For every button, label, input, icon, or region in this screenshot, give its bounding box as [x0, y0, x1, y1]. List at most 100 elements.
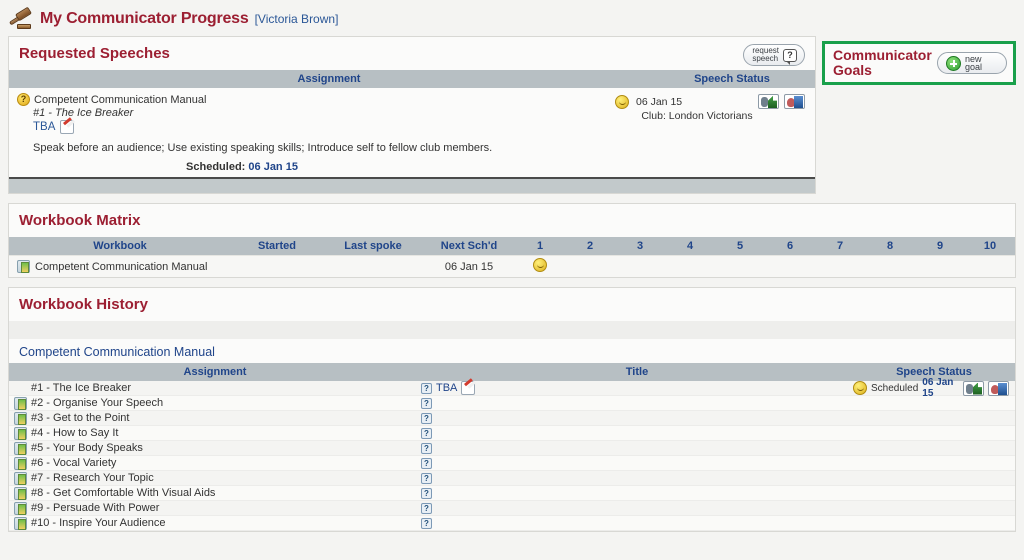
page-title: My Communicator Progress [40, 10, 249, 28]
column-header-workbook: Workbook [9, 240, 231, 252]
book-icon[interactable] [14, 442, 27, 455]
column-header-5: 5 [715, 240, 765, 252]
help-icon[interactable]: ? [421, 503, 432, 514]
assignment-label: #2 - Organise Your Speech [31, 397, 421, 409]
requested-speech-description: Speak before an audience; Use existing s… [33, 142, 807, 154]
status-line: 06 Jan 15 [615, 94, 805, 109]
speech-title-link[interactable]: TBA [436, 382, 457, 394]
communicator-goals-panel: Communicator Goals new goal [822, 41, 1016, 85]
column-header-9: 9 [915, 240, 965, 252]
pencil-icon[interactable] [60, 120, 74, 134]
assignment-label: #4 - How to Say It [31, 427, 421, 439]
table-row[interactable]: #8 - Get Comfortable With Visual Aids? [9, 486, 1015, 501]
speech-status-cell: Scheduled 06 Jan 15 [853, 377, 1015, 399]
smiley-icon[interactable] [533, 258, 547, 272]
request-speech-button[interactable]: request speech ? [743, 44, 805, 66]
title-cell: ? [421, 428, 853, 439]
status-date: 06 Jan 15 [922, 377, 959, 399]
mail-icon[interactable] [988, 381, 1009, 396]
book-icon[interactable] [14, 517, 27, 530]
new-goal-button[interactable]: new goal [937, 52, 1007, 74]
row-icon-cell [9, 517, 31, 530]
workbook-history-spacer [9, 321, 1015, 339]
requested-speech-scheduled: Scheduled: 06 Jan 15 [17, 161, 807, 173]
help-icon[interactable]: ? [421, 428, 432, 439]
column-header-8: 8 [865, 240, 915, 252]
book-icon[interactable] [14, 397, 27, 410]
book-icon[interactable] [14, 457, 27, 470]
table-row[interactable]: Competent Communication Manual 06 Jan 15 [9, 255, 1015, 277]
table-row[interactable]: #7 - Research Your Topic? [9, 471, 1015, 486]
table-row[interactable]: #4 - How to Say It? [9, 426, 1015, 441]
help-icon[interactable]: ? [421, 413, 432, 424]
column-header-last-spoke: Last spoke [323, 240, 423, 252]
column-header-7: 7 [815, 240, 865, 252]
speech-title-link[interactable]: TBA [33, 121, 55, 133]
title-cell: ? [421, 443, 853, 454]
scheduled-date: 06 Jan 15 [248, 161, 298, 173]
mic-icon[interactable] [758, 94, 779, 109]
row-icon-cell [9, 457, 31, 470]
page-header: My Communicator Progress [Victoria Brown… [0, 0, 1024, 36]
question-mark-icon[interactable]: ? [17, 93, 30, 106]
row-icon-cell [9, 442, 31, 455]
book-icon[interactable] [14, 502, 27, 515]
table-row[interactable]: #10 - Inspire Your Audience? [9, 516, 1015, 531]
help-icon[interactable]: ? [421, 458, 432, 469]
column-header-10: 10 [965, 240, 1015, 252]
table-row[interactable]: #6 - Vocal Variety? [9, 456, 1015, 471]
title-cell: ? [421, 518, 853, 529]
help-icon[interactable]: ? [421, 383, 432, 394]
assignment-label: #1 - The Ice Breaker [31, 382, 421, 394]
requested-speeches-column-headers: Assignment Speech Status [9, 70, 815, 88]
status-date: 06 Jan 15 [636, 96, 682, 108]
book-icon[interactable] [14, 487, 27, 500]
workbook-matrix-panel: Workbook Matrix Workbook Started Last sp… [8, 203, 1016, 278]
requested-speech-title-row: TBA [33, 120, 807, 134]
pencil-icon[interactable] [461, 381, 475, 395]
matrix-slot-1[interactable] [515, 258, 565, 275]
table-row[interactable]: #9 - Persuade With Power? [9, 501, 1015, 516]
row-icon-cell [9, 427, 31, 440]
row-icon-cell [9, 487, 31, 500]
column-header-1: 1 [515, 240, 565, 252]
workbook-history-rows: #1 - The Ice Breaker?TBAScheduled06 Jan … [9, 381, 1015, 531]
help-icon[interactable]: ? [421, 518, 432, 529]
assignment-label: #10 - Inspire Your Audience [31, 517, 421, 529]
smiley-icon[interactable] [853, 381, 867, 395]
assignment-label: #5 - Your Body Speaks [31, 442, 421, 454]
assignment-label: #6 - Vocal Variety [31, 457, 421, 469]
table-row[interactable]: #1 - The Ice Breaker?TBAScheduled06 Jan … [9, 381, 1015, 396]
workbook-history-panel: Workbook History Competent Communication… [8, 287, 1016, 532]
title-cell: ? [421, 458, 853, 469]
workbook-matrix-column-headers: Workbook Started Last spoke Next Sch'd 1… [9, 237, 1015, 255]
title-cell: ? [421, 488, 853, 499]
scheduled-label: Scheduled: [186, 161, 245, 173]
book-icon[interactable] [17, 260, 30, 273]
title-cell: ? [421, 413, 853, 424]
assignment-label: #3 - Get to the Point [31, 412, 421, 424]
matrix-next-schd-cell: 06 Jan 15 [423, 261, 515, 273]
table-row[interactable]: #3 - Get to the Point? [9, 411, 1015, 426]
workbook-history-title: Workbook History [9, 288, 1015, 321]
mic-icon[interactable] [963, 381, 984, 396]
book-icon[interactable] [14, 412, 27, 425]
speech-bubble-icon: ? [783, 49, 797, 62]
workbook-history-manual-name[interactable]: Competent Communication Manual [9, 339, 1015, 363]
help-icon[interactable]: ? [421, 443, 432, 454]
column-header-started: Started [231, 240, 323, 252]
gavel-icon [8, 6, 34, 32]
status-text: Scheduled [871, 383, 918, 394]
smiley-icon[interactable] [615, 95, 629, 109]
help-icon[interactable]: ? [421, 488, 432, 499]
plus-icon [946, 56, 961, 71]
column-header-assignment: Assignment [9, 73, 649, 85]
book-icon[interactable] [14, 427, 27, 440]
book-icon[interactable] [14, 472, 27, 485]
title-cell: ? TBA [421, 381, 853, 395]
help-icon[interactable]: ? [421, 473, 432, 484]
row-icon-cell [9, 472, 31, 485]
help-icon[interactable]: ? [421, 398, 432, 409]
mail-icon[interactable] [784, 94, 805, 109]
table-row[interactable]: #5 - Your Body Speaks? [9, 441, 1015, 456]
